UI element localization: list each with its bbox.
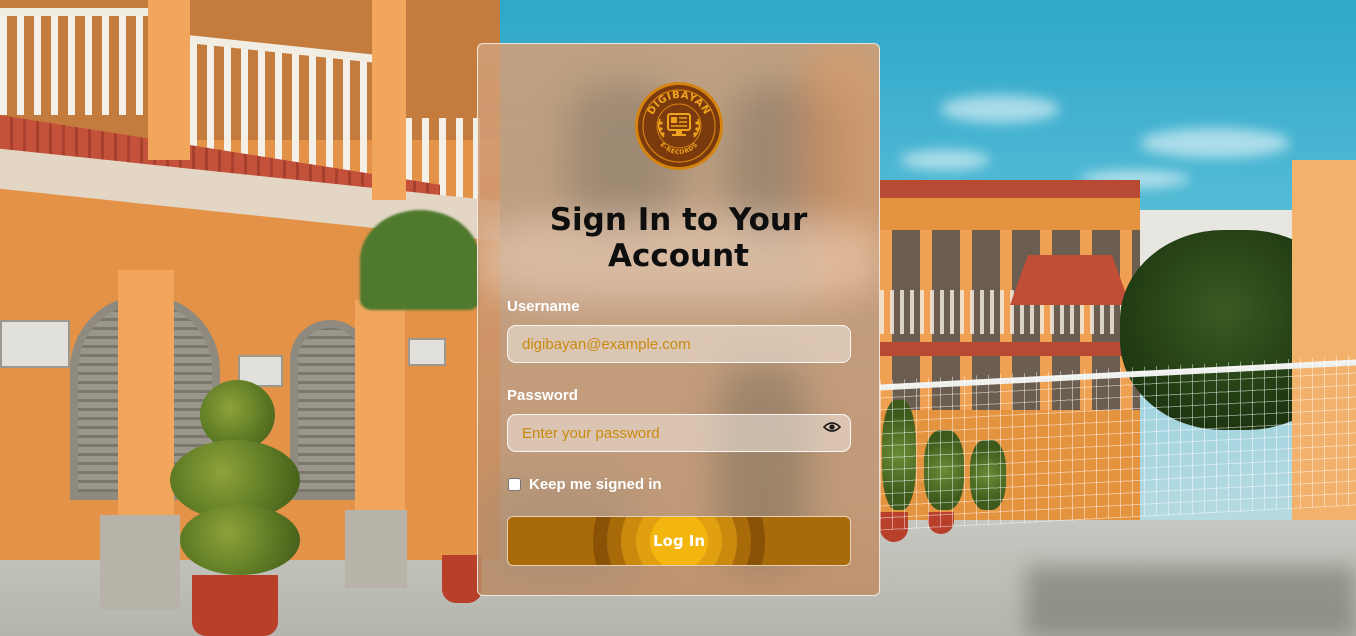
logo-brand-top: DIGIBAYAN <box>646 90 712 117</box>
login-card: DIGIBAYAN E-RECORDS Sign In to Your Acco… <box>477 43 880 596</box>
password-input[interactable] <box>507 414 851 452</box>
cloud <box>1140 128 1290 158</box>
flower-pot <box>442 555 482 603</box>
cloud <box>940 95 1060 123</box>
digibayan-logo-emblem: DIGIBAYAN E-RECORDS <box>642 89 716 163</box>
svg-text:E-RECORDS: E-RECORDS <box>659 141 700 156</box>
title-line-1: Sign In to Your <box>549 202 808 238</box>
remember-me[interactable]: Keep me signed in <box>508 476 662 493</box>
digibayan-logo: DIGIBAYAN E-RECORDS <box>635 82 723 170</box>
remember-me-label: Keep me signed in <box>529 476 662 493</box>
flower-pot <box>192 575 278 636</box>
page-title: Sign In to Your Account <box>478 202 879 274</box>
login-button-label: Log In <box>652 532 706 550</box>
bonsai-tree <box>180 505 300 575</box>
volleyball-net <box>880 355 1356 531</box>
password-label: Password <box>507 387 578 404</box>
remember-me-checkbox[interactable] <box>508 478 521 491</box>
svg-text:DIGIBAYAN: DIGIBAYAN <box>646 90 712 117</box>
palm-tree <box>360 210 480 310</box>
username-label: Username <box>507 298 580 315</box>
logo-brand-bottom: E-RECORDS <box>659 141 699 156</box>
eye-icon[interactable] <box>823 420 841 434</box>
login-button[interactable]: Log In <box>507 516 851 566</box>
title-line-2: Account <box>608 238 749 274</box>
cloud <box>900 150 990 170</box>
username-input[interactable] <box>507 325 851 363</box>
